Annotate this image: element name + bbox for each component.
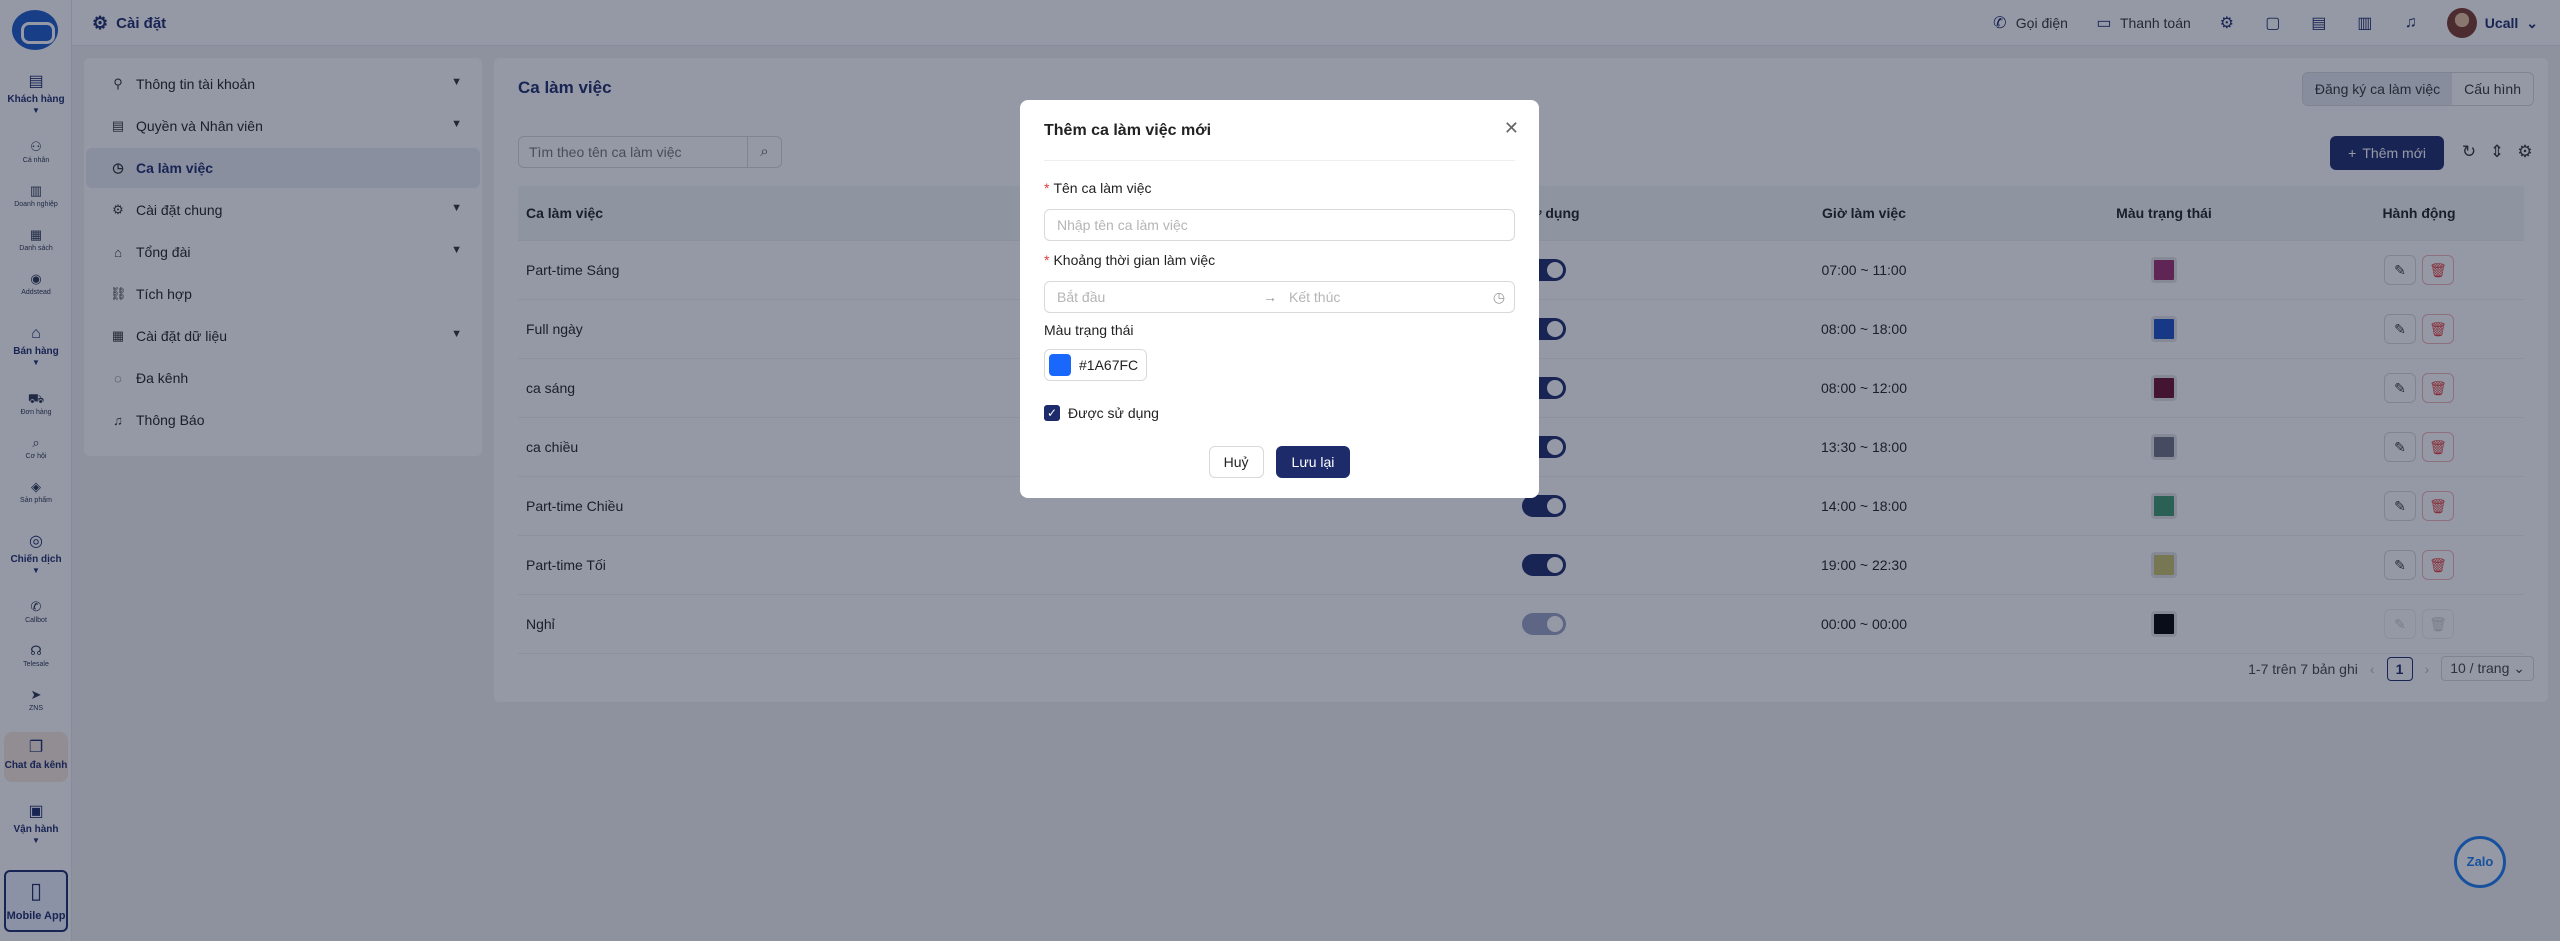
cancel-button[interactable]: Huỷ <box>1208 446 1264 478</box>
enabled-checkbox[interactable]: ✓ Được sử dụng <box>1044 405 1159 421</box>
name-label: * Tên ca làm việc <box>1044 180 1152 196</box>
required-mark: * <box>1044 252 1050 268</box>
time-range-label: * Khoảng thời gian làm việc <box>1044 252 1216 268</box>
arrow-right-icon: → <box>1263 289 1277 305</box>
time-range-picker[interactable]: Bắt đầu → Kết thúc ◷ <box>1044 281 1515 313</box>
save-button[interactable]: Lưu lại <box>1275 446 1351 478</box>
divider <box>1044 160 1515 161</box>
end-time-input[interactable]: Kết thúc <box>1285 289 1484 305</box>
shift-name-input[interactable] <box>1044 209 1515 241</box>
modal-title: Thêm ca làm việc mới <box>1044 122 1212 139</box>
required-mark: * <box>1044 180 1050 196</box>
color-label: Màu trạng thái <box>1044 322 1134 338</box>
add-shift-modal: Thêm ca làm việc mới ✕ * Tên ca làm việc … <box>1020 100 1539 498</box>
close-icon[interactable]: ✕ <box>1504 118 1519 139</box>
checkbox-checked-icon: ✓ <box>1044 405 1060 421</box>
start-time-input[interactable]: Bắt đầu <box>1045 289 1255 305</box>
clock-icon: ◷ <box>1492 288 1506 305</box>
color-picker[interactable]: #1A67FC <box>1044 349 1148 381</box>
color-swatch <box>1049 354 1071 376</box>
modal-footer: Huỷ Lưu lại <box>1020 446 1539 478</box>
